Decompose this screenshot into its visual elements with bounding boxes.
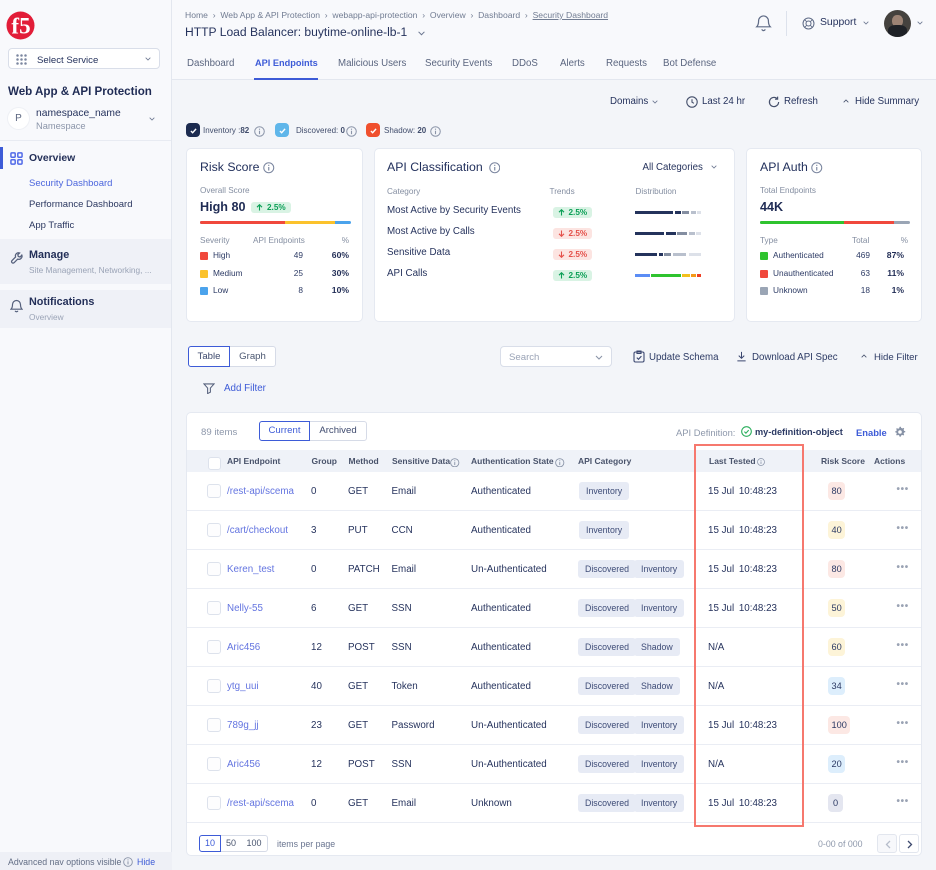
svg-text:f5: f5 (11, 14, 30, 39)
